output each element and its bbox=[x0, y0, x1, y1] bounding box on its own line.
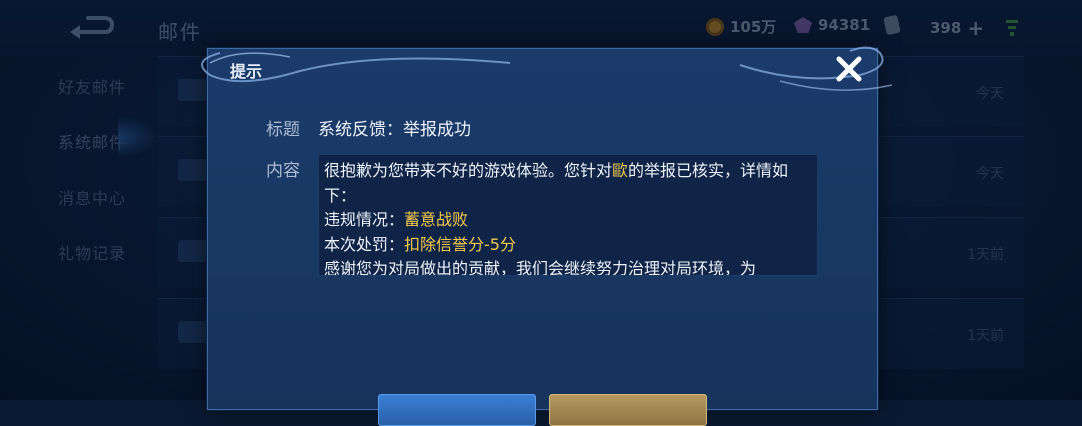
subject-value: 系统反馈：举报成功 bbox=[318, 120, 471, 140]
content-scroll-box[interactable]: 很抱歉为您带来不好的游戏体验。您针对歐的举报已核实，详情如下： 违规情况：蓄意战… bbox=[318, 154, 818, 276]
confirm-button[interactable] bbox=[378, 394, 536, 426]
reported-player-name: 歐 bbox=[612, 161, 629, 180]
secondary-button[interactable] bbox=[549, 394, 707, 426]
content-label: 内容 bbox=[266, 161, 300, 181]
violation-label: 违规情况： bbox=[324, 210, 405, 229]
dialog-title: 提示 bbox=[230, 62, 263, 81]
violation-value: 蓄意战败 bbox=[404, 210, 469, 229]
content-line1-pre: 很抱歉为您带来不好的游戏体验。您针对 bbox=[324, 161, 613, 180]
subject-label: 标题 bbox=[266, 120, 300, 140]
notice-dialog: 提示 标题 系统反馈：举报成功 内容 很抱歉为您带来不好的游戏体验。您针对歐的举… bbox=[201, 46, 893, 426]
close-icon[interactable] bbox=[832, 52, 866, 86]
ornament-swirl-icon bbox=[201, 46, 893, 91]
content-text: 很抱歉为您带来不好的游戏体验。您针对歐的举报已核实，详情如下： 违规情况：蓄意战… bbox=[319, 155, 817, 276]
penalty-label: 本次处罚： bbox=[324, 234, 405, 254]
dialog-header: 提示 bbox=[201, 46, 893, 93]
penalty-value: 扣除信誉分-5分 bbox=[404, 234, 516, 254]
content-line-last: 感谢您为对局做出的贡献，我们会继续努力治理对局环境，为 bbox=[324, 259, 757, 276]
